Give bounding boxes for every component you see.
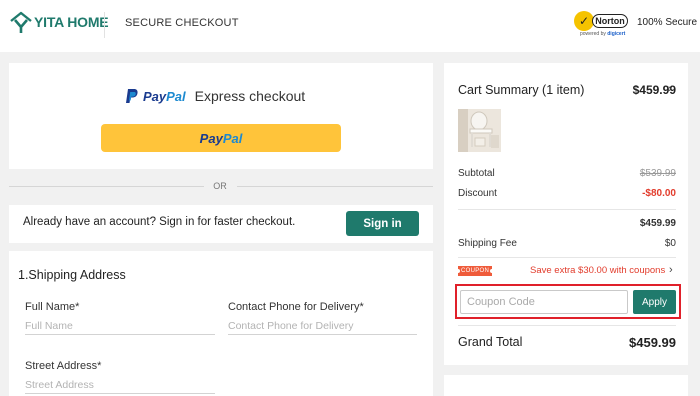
full-name-label: Full Name* bbox=[25, 301, 80, 313]
shipping-fee-label: Shipping Fee bbox=[458, 238, 517, 249]
summary-divider bbox=[458, 325, 676, 326]
or-divider-label: OR bbox=[213, 181, 227, 191]
house-logo-icon bbox=[10, 11, 32, 33]
street-address-label: Street Address* bbox=[25, 360, 102, 372]
chevron-right-icon[interactable]: › bbox=[669, 264, 673, 276]
secure-label: 100% Secure bbox=[637, 17, 698, 28]
sign-in-button[interactable]: Sign in bbox=[346, 211, 419, 236]
after-discount-value: $459.99 bbox=[639, 218, 676, 229]
express-checkout-card: PayPal Express checkout PayPal bbox=[9, 63, 433, 169]
norton-wordmark: Norton bbox=[592, 14, 628, 28]
norton-badge: ✓ Norton powered by digicert bbox=[574, 10, 630, 40]
or-divider-left bbox=[9, 186, 204, 187]
signin-card: Already have an account? Sign in for fas… bbox=[9, 205, 433, 243]
shipping-section-title: 1.Shipping Address bbox=[18, 268, 126, 282]
coupon-offer-link[interactable]: Save extra $30.00 with coupons bbox=[530, 265, 665, 276]
phone-label: Contact Phone for Delivery* bbox=[228, 301, 364, 313]
cart-summary-card: Cart Summary (1 item) $459.99 › Subtotal… bbox=[444, 63, 688, 365]
full-name-input[interactable] bbox=[25, 317, 215, 335]
summary-divider bbox=[458, 209, 676, 210]
coupon-tag-icon: COUPON bbox=[455, 266, 495, 276]
brand-name: YITA HOME bbox=[34, 14, 109, 30]
paypal-button[interactable]: PayPal bbox=[101, 124, 341, 152]
express-checkout-text: Express checkout bbox=[194, 88, 306, 104]
norton-subtitle: powered by digicert bbox=[580, 31, 626, 37]
or-divider-right bbox=[237, 186, 433, 187]
vanity-desk-image bbox=[458, 109, 501, 152]
discount-value: -$80.00 bbox=[642, 188, 676, 199]
phone-input[interactable] bbox=[228, 317, 417, 335]
apply-coupon-button[interactable]: Apply bbox=[633, 290, 676, 314]
page-title: SECURE CHECKOUT bbox=[125, 17, 239, 29]
header-divider bbox=[104, 12, 105, 38]
coupon-entry-highlight: Apply bbox=[455, 284, 681, 319]
next-section-card bbox=[444, 375, 688, 396]
brand-logo[interactable]: YITA HOME bbox=[9, 10, 109, 34]
discount-label: Discount bbox=[458, 188, 497, 199]
grand-total-value: $459.99 bbox=[629, 335, 676, 350]
paypal-logo-icon bbox=[126, 89, 138, 103]
coupon-code-input[interactable] bbox=[460, 290, 628, 314]
product-thumbnail[interactable] bbox=[458, 109, 501, 152]
subtotal-value: $539.99 bbox=[639, 168, 676, 179]
street-address-input[interactable] bbox=[25, 376, 215, 394]
summary-divider bbox=[458, 257, 676, 258]
signin-prompt: Already have an account? Sign in for fas… bbox=[23, 216, 296, 228]
subtotal-label: Subtotal bbox=[458, 168, 495, 179]
shipping-address-card: 1.Shipping Address Full Name* Contact Ph… bbox=[9, 251, 433, 396]
checkmark-icon: ✓ bbox=[574, 11, 594, 31]
cart-summary-title[interactable]: Cart Summary (1 item) bbox=[458, 83, 584, 97]
paypal-wordmark: PayPal bbox=[143, 88, 186, 104]
chevron-right-icon[interactable]: › bbox=[668, 83, 672, 95]
grand-total-label: Grand Total bbox=[458, 335, 523, 349]
express-checkout-heading: PayPal Express checkout bbox=[125, 88, 305, 104]
shipping-fee-value: $0 bbox=[664, 238, 676, 249]
page-header: YITA HOME SECURE CHECKOUT ✓ Norton power… bbox=[0, 0, 700, 52]
